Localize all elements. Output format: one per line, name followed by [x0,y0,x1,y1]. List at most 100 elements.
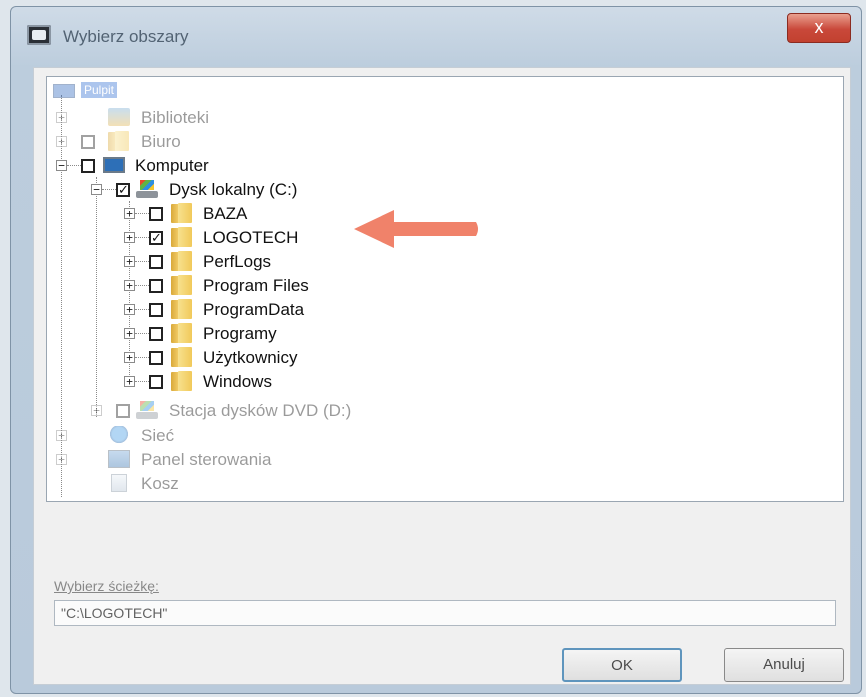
path-input[interactable]: "C:\LOGOTECH" [54,600,836,626]
tree-item-label: Pulpit [81,82,118,98]
expand-icon[interactable]: + [56,112,67,123]
tree-item-label: Użytkownicy [203,348,298,367]
tree-item-local-disk[interactable]: − ✓ Dysk lokalny (C:) [53,178,393,202]
tree-item-label: Biblioteki [141,108,210,127]
computer-icon [103,157,125,173]
tree-item-label: Program Files [203,276,309,295]
tree-item-label: Dysk lokalny (C:) [169,180,298,199]
libraries-icon [108,108,130,126]
tree-connector [135,261,149,262]
tree-item-office[interactable]: + Biuro [53,130,353,154]
checkbox-checked[interactable]: ✓ [116,183,130,197]
tree-item-folder[interactable]: + Windows [53,370,353,394]
tree-item-label: LOGOTECH [203,228,299,247]
tree-connector [67,165,81,166]
checkbox[interactable] [116,404,130,418]
tree-item-label: Stacja dysków DVD (D:) [169,401,352,420]
checkbox[interactable] [149,207,163,221]
annotation-arrow-icon [354,210,478,248]
tree-item-label: Komputer [135,156,209,175]
checkbox-checked[interactable]: ✓ [149,231,163,245]
tree-connector [135,381,149,382]
window-title: Wybierz obszary [63,27,189,46]
expand-icon[interactable]: + [56,454,67,465]
recycle-bin-icon [111,474,127,492]
cancel-button[interactable]: Anuluj [724,648,844,682]
folder-icon [108,131,130,151]
tree-item-network[interactable]: + Sieć [53,424,353,448]
folder-icon [171,323,193,343]
ok-button[interactable]: OK [562,648,682,682]
collapse-icon[interactable]: − [56,160,67,171]
folder-tree[interactable]: Pulpit + Biblioteki + Biuro − Komputer −… [46,76,844,502]
tree-item-label: Panel sterowania [141,450,272,469]
folder-icon [171,371,193,391]
expand-icon[interactable]: + [124,280,135,291]
tree-connector [102,189,116,190]
tree-item-folder[interactable]: + BAZA [53,202,353,226]
dvd-drive-icon [136,401,158,419]
expand-icon[interactable]: + [124,208,135,219]
folder-icon [171,299,193,319]
tree-connector [135,309,149,310]
checkbox[interactable] [149,303,163,317]
tree-connector [135,237,149,238]
tree-item-folder[interactable]: + ProgramData [53,298,353,322]
expand-icon[interactable]: + [56,430,67,441]
checkbox[interactable] [149,351,163,365]
expand-icon[interactable]: + [91,405,102,416]
tree-item-folder[interactable]: + PerfLogs [53,250,353,274]
checkbox[interactable] [149,279,163,293]
tree-item-label: Sieć [141,426,175,445]
path-label: Wybierz ścieżkę: [54,578,159,594]
tree-item-computer[interactable]: − Komputer [53,154,353,178]
tree-item-label: BAZA [203,204,248,223]
desktop-icon [53,84,75,98]
drive-icon [136,180,158,198]
control-panel-icon [108,450,130,468]
dialog-client-area: Pulpit + Biblioteki + Biuro − Komputer −… [33,67,851,685]
tree-item-folder[interactable]: + Programy [53,322,353,346]
tree-item-libraries[interactable]: + Biblioteki [53,106,353,130]
tree-item-label: PerfLogs [203,252,272,271]
tree-connector [135,213,149,214]
folder-icon [171,227,193,247]
checkbox[interactable] [149,375,163,389]
expand-icon[interactable]: + [56,136,67,147]
arrow-shape [354,210,478,248]
tree-item-label: Biuro [141,132,181,151]
tree-item-dvd-drive[interactable]: + Stacja dysków DVD (D:) [53,399,413,423]
folder-icon [171,347,193,367]
checkbox[interactable] [149,327,163,341]
folder-icon [171,275,193,295]
expand-icon[interactable]: + [124,256,135,267]
collapse-icon[interactable]: − [91,184,102,195]
checkbox[interactable] [81,135,95,149]
tree-item-control-panel[interactable]: + Panel sterowania [53,448,353,472]
expand-icon[interactable]: + [124,352,135,363]
tree-item-folder[interactable]: + Program Files [53,274,353,298]
dialog-window: Wybierz obszary x Pulpit + Biblioteki + [10,6,862,694]
tree-item-label: Windows [203,372,272,391]
tree-item-desktop[interactable]: Pulpit [53,81,353,105]
app-icon [27,25,51,45]
tree-item-folder[interactable]: + Użytkownicy [53,346,353,370]
expand-icon[interactable]: + [124,328,135,339]
network-icon [108,426,130,444]
tree-item-recycle-bin[interactable]: Kosz [53,472,353,496]
checkbox[interactable] [149,255,163,269]
tree-item-label: Kosz [141,474,179,493]
tree-connector [135,333,149,334]
folder-icon [171,203,193,223]
tree-item-label: Programy [203,324,277,343]
tree-connector [135,357,149,358]
folder-icon [171,251,193,271]
expand-icon[interactable]: + [124,232,135,243]
expand-icon[interactable]: + [124,376,135,387]
tree-item-label: ProgramData [203,300,305,319]
tree-item-folder-logotech[interactable]: + ✓ LOGOTECH [53,226,353,250]
title-bar[interactable]: Wybierz obszary x [11,7,861,55]
close-button[interactable]: x [787,13,851,43]
checkbox[interactable] [81,159,95,173]
expand-icon[interactable]: + [124,304,135,315]
